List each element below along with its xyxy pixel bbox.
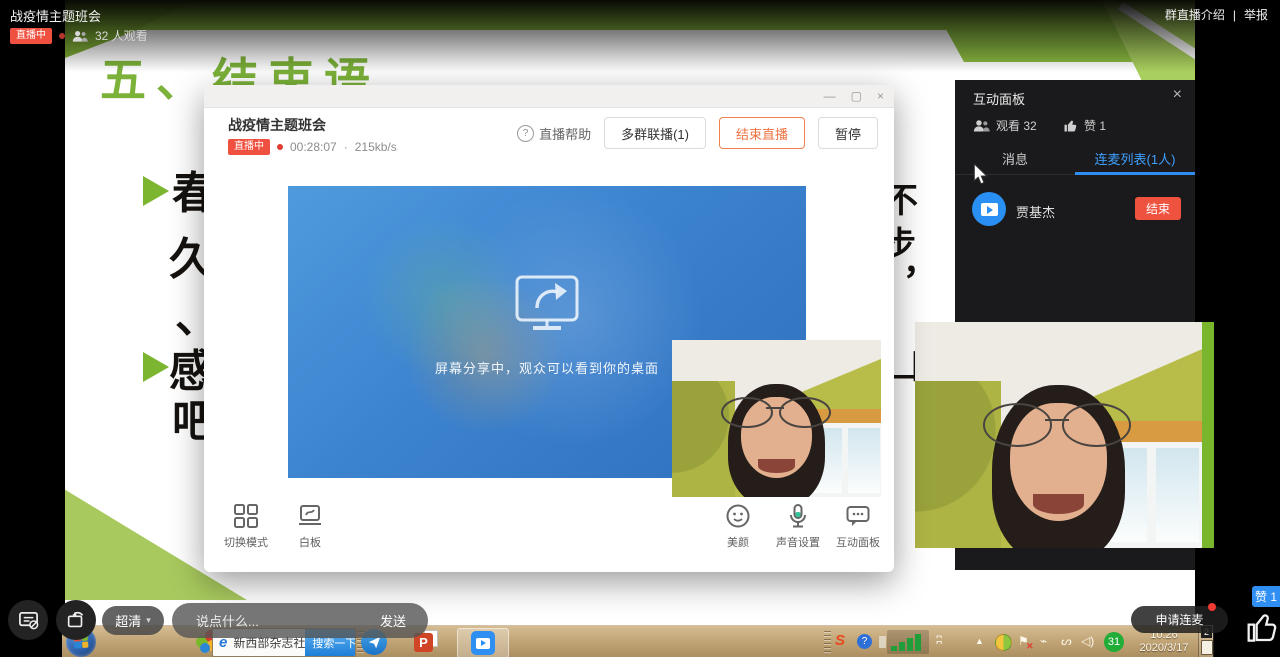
recording-dot [277,144,283,150]
presenter-webcam-large [915,322,1202,548]
mouse-cursor [973,164,988,185]
presenter-glasses [714,397,839,428]
switch-mode-button[interactable]: 切换模式 [218,503,274,550]
whiteboard-icon [297,503,323,529]
menu-divider: | [1233,8,1236,22]
viewers-icon [973,119,990,132]
screen-share-icon [514,274,580,332]
stream-timer: 00:28:07 [290,140,337,154]
security-shield-icon[interactable] [995,634,1012,651]
smiley-icon [725,503,751,529]
slide-green-strip [1202,322,1214,548]
rotate-screen-button[interactable] [56,600,96,640]
presenter-glasses [972,403,1144,448]
viewer-count: 32 人观看 [95,27,148,44]
chat-input[interactable]: 说点什么... [196,611,380,630]
whiteboard-button[interactable]: 白板 [282,503,338,550]
tv-app-icon [471,631,495,655]
show-hidden-icons[interactable]: ▲ [975,636,984,646]
multi-group-broadcast-button[interactable]: 多群联播(1) [604,117,706,149]
close-icon[interactable]: × [877,87,884,105]
pause-button[interactable]: 暂停 [818,117,878,149]
chevron-down-icon: ▾ [146,615,151,626]
notification-dot [1208,603,1216,611]
live-help-button[interactable]: ? 直播帮助 [517,124,591,143]
member-name: 贾基杰 [1016,202,1055,221]
stream-title: 战疫情主题班会 [10,6,101,25]
live-badge: 直播中 [228,139,270,155]
whiteboard-label: 白板 [299,534,321,550]
rotate-icon [65,609,87,631]
wireless-tray-icon[interactable]: ʭ [936,633,941,647]
separator-dot: · [344,140,348,154]
tab-mic-list[interactable]: 连麦列表(1人) [1075,142,1195,174]
presenter-mouth [1033,494,1085,514]
viewers-icon [72,30,88,42]
bullet-triangle [143,176,169,206]
input-method-icon[interactable] [879,636,886,648]
like-count-badge: 赞 1 [1252,586,1280,607]
beauty-label: 美颜 [727,534,749,550]
network-signal-icon[interactable]: ᔕ [1061,634,1072,648]
mic-member-row[interactable]: 贾基杰 结束 [955,184,1195,232]
tv-icon [981,203,998,216]
watch-count: 观看 32 [996,117,1037,134]
network-speed-indicator[interactable] [887,630,929,654]
live-help-label: 直播帮助 [539,124,591,143]
group-live-intro-link[interactable]: 群直播介绍 [1165,6,1225,23]
like-count: 赞 1 [1084,117,1106,134]
interaction-panel-button[interactable]: 互动面板 [830,503,886,550]
question-icon: ? [517,125,534,142]
bullet-triangle [143,352,169,382]
sound-settings-button[interactable]: 声音设置 [770,503,826,550]
disable-comments-button[interactable] [8,600,48,640]
interaction-panel-label: 互动面板 [836,534,880,550]
recording-dot [59,33,65,39]
power-plug-icon[interactable]: ⌁ [1040,634,1047,648]
active-tab-indicator [1075,172,1195,175]
end-live-button[interactable]: 结束直播 [719,117,805,149]
close-icon[interactable]: × [1173,86,1182,104]
like-thumb-button[interactable] [1246,608,1278,644]
end-mic-button[interactable]: 结束 [1135,197,1181,220]
window-stream-title: 战疫情主题班会 [228,115,326,135]
quality-selector[interactable]: 超清 ▾ [102,606,164,635]
microphone-icon [785,503,811,529]
beauty-filter-button[interactable]: 美颜 [710,503,766,550]
clock-date: 2020/3/17 [1134,642,1194,655]
notification-window-icon [1201,640,1213,655]
chat-input-bar[interactable]: 说点什么... 发送 [172,603,428,638]
presenter-webcam-small [672,340,881,497]
quality-label: 超清 [115,611,141,630]
panel-title: 互动面板 [973,89,1025,108]
grid-icon [233,503,259,529]
help-tray-icon[interactable]: ? [857,634,872,649]
live-badge: 直播中 [10,28,52,44]
stream-bitrate: 215kb/s [355,140,397,154]
report-link[interactable]: 举报 [1244,6,1268,23]
stream-control-window: — ▢ × 战疫情主题班会 直播中 00:28:07 · 215kb/s ? 直… [204,85,894,572]
maximize-icon[interactable]: ▢ [851,87,862,105]
member-avatar [972,192,1006,226]
streaming-app-taskbar-button[interactable] [457,628,509,657]
sogou-tray-icon[interactable]: S [835,632,845,649]
screen: 五、结束语 春 久 、 感 吧 不 步 ， 凵 战疫情主题班会 群直播介绍 | … [0,0,1280,657]
send-button[interactable]: 发送 [380,611,406,630]
switch-mode-label: 切换模式 [224,534,268,550]
action-center-alert: ✕ [1026,641,1034,652]
tray-grip[interactable] [824,631,831,653]
chat-bubble-icon [845,503,871,529]
comment-off-icon [18,610,39,631]
minimize-icon[interactable]: — [824,87,836,105]
speaker-icon[interactable]: ◁) [1081,634,1094,648]
window-titlebar[interactable]: — ▢ × [204,85,894,108]
antivirus-score-icon[interactable]: 31 [1104,632,1124,652]
slide-text-fragment: ， [903,246,937,280]
sound-settings-label: 声音设置 [776,534,820,550]
thumbs-up-icon [1063,118,1078,133]
